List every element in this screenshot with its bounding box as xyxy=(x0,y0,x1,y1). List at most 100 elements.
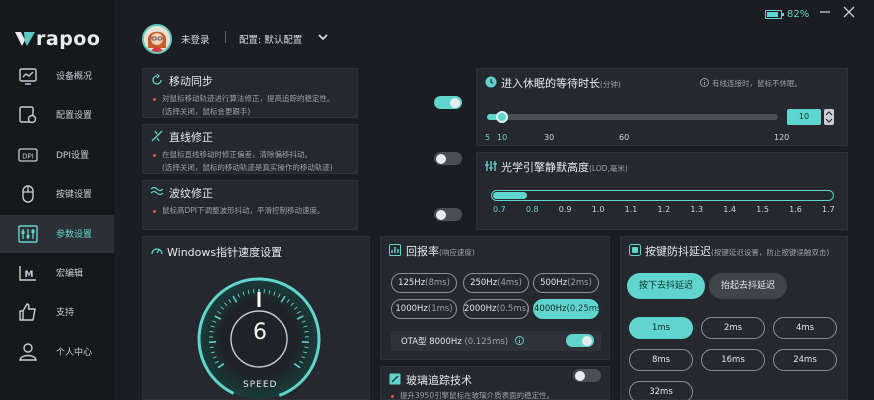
bullet-dot xyxy=(153,97,156,101)
avatar[interactable] xyxy=(142,24,172,54)
sleep-slider-track[interactable] xyxy=(487,111,778,123)
lod-tick[interactable]: 1.1 xyxy=(625,205,638,214)
ota-toggle[interactable] xyxy=(566,334,594,347)
lod-tick[interactable]: 1.0 xyxy=(592,205,605,214)
sidebar-item-profile[interactable]: 个人中心 xyxy=(0,333,114,371)
toggle-knob xyxy=(582,335,592,346)
sleep-title-text: 进入休眠的等待时长 xyxy=(501,77,600,90)
sidebar-item-support[interactable]: 支持 xyxy=(0,293,114,331)
report-rate-option[interactable]: 500Hz(2ms) xyxy=(533,273,599,293)
lod-tick[interactable]: 1.7 xyxy=(822,205,835,214)
lod-tick[interactable]: 0.8 xyxy=(526,205,539,214)
debounce-option[interactable]: 2ms xyxy=(701,317,765,339)
pointer-speed-value: 6 xyxy=(253,320,267,345)
motion-sync-hint: (选择关闭，鼠标会更跟手) xyxy=(162,107,251,116)
config-selector[interactable]: 配置: 默认配置 xyxy=(239,32,302,46)
ripple-desc-text: 鼠标高DPI下调整波形抖动，平滑控制移动速度。 xyxy=(162,206,325,215)
sidebar-item-label: 参数设置 xyxy=(56,230,93,240)
sidebar-item-label: 按键设置 xyxy=(56,190,93,200)
avatar-face-icon xyxy=(144,26,170,52)
report-rate-option[interactable]: 2000Hz(0.5ms) xyxy=(463,299,529,319)
battery-percent: 82% xyxy=(787,9,810,20)
motion-sync-toggle[interactable] xyxy=(434,96,462,109)
debounce-option[interactable]: 8ms xyxy=(629,349,693,371)
ripple-toggle[interactable] xyxy=(434,208,462,221)
lod-tick[interactable]: 1.6 xyxy=(789,205,802,214)
lod-tick[interactable]: 0.7 xyxy=(493,205,506,214)
report-rate-title: 回报率(响应速度) xyxy=(406,243,475,259)
user-icon xyxy=(19,343,37,361)
report-rate-main: 1000Hz xyxy=(395,304,428,314)
report-rate-card: 回报率(响应速度) 125Hz(8ms) 250Hz(4ms) 500Hz(2ms)… xyxy=(380,236,610,360)
debounce-option[interactable]: 4ms xyxy=(773,317,837,339)
sleep-tick: 5 xyxy=(485,133,491,142)
sleep-note: 有线连接时，鼠标不休眠。 xyxy=(712,79,802,88)
info-icon xyxy=(700,78,709,87)
logo-mark-icon xyxy=(15,32,35,46)
report-rate-option[interactable]: 250Hz(4ms) xyxy=(463,273,529,293)
sidebar-item-macro[interactable]: M 宏编辑 xyxy=(0,254,114,292)
login-status[interactable]: 未登录 xyxy=(181,32,210,46)
glass-toggle[interactable] xyxy=(573,369,601,382)
sleep-unit: (分钟) xyxy=(600,80,621,89)
sliders-icon xyxy=(18,225,38,243)
sleep-value-stepper[interactable] xyxy=(824,109,834,125)
report-rate-icon xyxy=(389,244,401,256)
sleep-title: 进入休眠的等待时长(分钟) xyxy=(501,75,621,91)
minimize-button[interactable] xyxy=(817,6,833,22)
sleep-tick: 30 xyxy=(544,133,555,142)
sleep-value-input[interactable]: 10 xyxy=(787,109,821,125)
lod-tick[interactable]: 1.4 xyxy=(723,205,736,214)
toggle-knob xyxy=(575,370,585,381)
straight-line-toggle[interactable] xyxy=(434,152,462,165)
report-rate-option[interactable]: 4000Hz(0.25ms) xyxy=(533,299,605,319)
sidebar-item-label: DPI设置 xyxy=(56,151,90,161)
lod-tick[interactable]: 1.3 xyxy=(690,205,703,214)
glass-desc: 提升3950引擎鼠标在玻璃介质表面的稳定性。 xyxy=(391,389,554,400)
debounce-option[interactable]: 32ms xyxy=(629,381,693,400)
report-rate-sub: (1ms) xyxy=(427,304,453,314)
sidebar-item-config[interactable]: 配置设置 xyxy=(0,96,114,134)
report-rate-main: 250Hz xyxy=(470,278,498,288)
straight-line-card: 直线修正 在鼠标直线移动时修正偏差，清除偏移抖动。 (选择关闭，鼠标的移动轨迹是… xyxy=(142,124,462,174)
dpi-icon: DPI xyxy=(18,148,38,162)
debounce-option[interactable]: 16ms xyxy=(701,349,765,371)
lod-slider-track[interactable] xyxy=(491,190,834,201)
toggle-knob xyxy=(436,153,446,164)
speed-label: SPEED xyxy=(243,380,278,390)
straight-line-title: 直线修正 xyxy=(169,131,213,144)
sidebar-item-label: 配置设置 xyxy=(56,111,93,121)
report-rate-option[interactable]: 1000Hz(1ms) xyxy=(391,299,457,319)
debounce-option[interactable]: 24ms xyxy=(773,349,837,371)
svg-text:DPI: DPI xyxy=(22,153,34,161)
svg-text:M: M xyxy=(25,270,34,280)
sidebar-item-parameters[interactable]: 参数设置 xyxy=(0,215,114,253)
sidebar-item-label: 个人中心 xyxy=(56,348,93,358)
sleep-slider-handle[interactable] xyxy=(495,111,508,123)
report-rate-option[interactable]: 125Hz(8ms) xyxy=(391,273,457,293)
debounce-note: (按键延迟设置，防止按键误触双击) xyxy=(711,248,830,257)
ripple-card: 波纹修正 鼠标高DPI下调整波形抖动，平滑控制移动速度。 xyxy=(142,180,462,230)
sidebar-item-device-overview[interactable]: 设备概况 xyxy=(0,57,114,95)
tab-press-debounce[interactable]: 按下去抖延迟 xyxy=(627,273,705,299)
tab-release-debounce[interactable]: 抬起去抖延迟 xyxy=(709,273,787,299)
lod-tick[interactable]: 0.9 xyxy=(559,205,572,214)
debounce-card: 按键防抖延迟(按键延迟设置，防止按键误触双击) 按下去抖延迟 抬起去抖延迟 1m… xyxy=(620,236,848,400)
debounce-option[interactable]: 1ms xyxy=(629,317,693,339)
lod-tick[interactable]: 1.5 xyxy=(756,205,769,214)
sidebar-item-label: 支持 xyxy=(56,308,75,318)
pointer-speed-title: Windows指针速度设置 xyxy=(167,246,283,259)
battery-level-fill xyxy=(767,12,778,17)
sidebar-item-dpi[interactable]: DPI DPI设置 xyxy=(0,136,114,174)
macro-icon: M xyxy=(19,266,36,281)
bullet-dot xyxy=(153,153,156,157)
ota-sub: (0.125ms) xyxy=(464,337,509,347)
lod-title-text: 光学引擎静默高度 xyxy=(501,161,589,174)
report-rate-sub: (2ms) xyxy=(567,278,592,288)
chevron-down-icon[interactable] xyxy=(317,32,329,42)
lod-tick[interactable]: 1.2 xyxy=(658,205,671,214)
sidebar-item-buttons[interactable]: 按键设置 xyxy=(0,175,114,213)
info-icon[interactable] xyxy=(515,336,524,345)
close-button[interactable] xyxy=(841,6,857,22)
report-rate-main: 500Hz xyxy=(540,278,568,288)
